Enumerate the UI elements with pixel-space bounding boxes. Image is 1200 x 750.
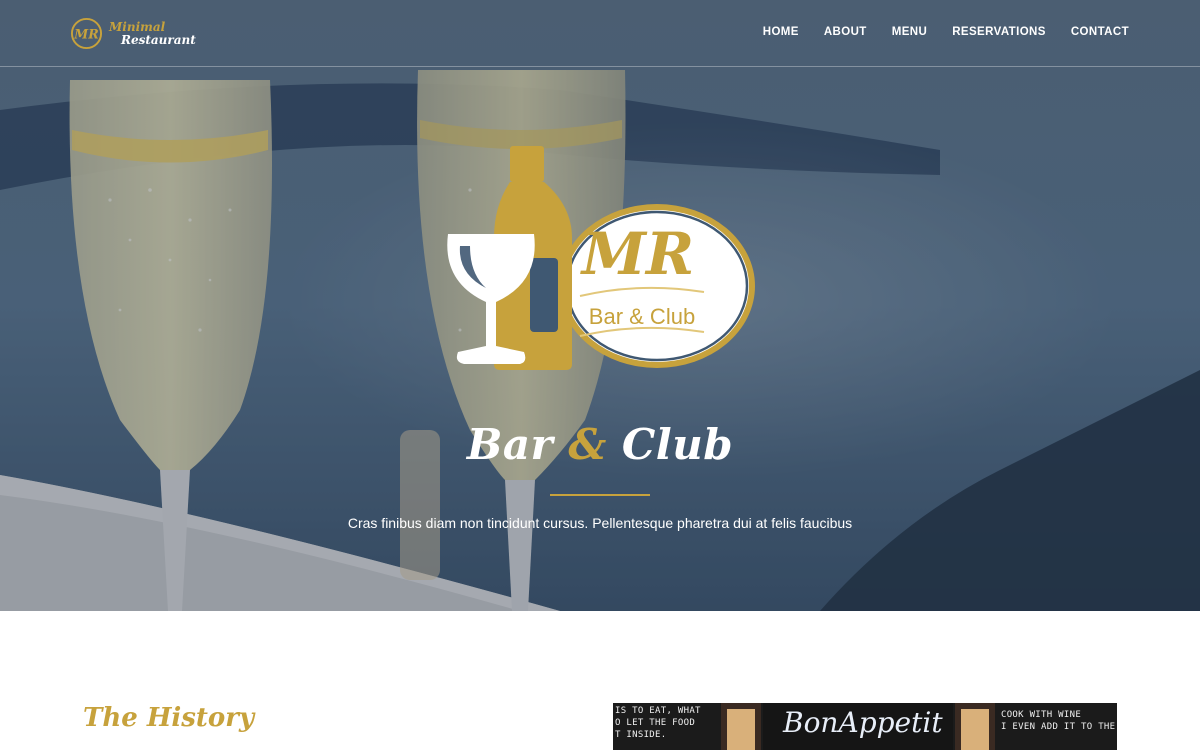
nav-reservations-link[interactable]: RESERVATIONS bbox=[952, 26, 1046, 38]
hero-title: Bar & Club bbox=[0, 420, 1200, 469]
hero-tagline: Cras finibus diam non tincidunt cursus. … bbox=[347, 515, 853, 531]
top-navigation: MR Minimal Restaurant HOME ABOUT MENU RE… bbox=[0, 0, 1200, 67]
nav-about-link[interactable]: ABOUT bbox=[824, 26, 867, 38]
main-menu: HOME ABOUT MENU RESERVATIONS CONTACT bbox=[738, 26, 1129, 38]
brand-name: Minimal Restaurant bbox=[107, 21, 196, 46]
nav-menu-link[interactable]: MENU bbox=[892, 26, 927, 38]
brand-line2: Restaurant bbox=[121, 32, 196, 47]
mr-monogram-icon: MR bbox=[70, 17, 103, 49]
hero-divider bbox=[550, 494, 650, 496]
hero-title-bar: Bar bbox=[466, 420, 569, 469]
hero-title-ampersand: & bbox=[568, 420, 607, 469]
chalkboard-center-text: BonAppetit bbox=[783, 706, 943, 739]
history-section: The History IS TO EAT, WHAT O LET THE FO… bbox=[0, 611, 1200, 750]
hero-title-club: Club bbox=[606, 420, 734, 469]
svg-text:MR: MR bbox=[580, 220, 694, 288]
history-photo: IS TO EAT, WHAT O LET THE FOOD T INSIDE.… bbox=[613, 703, 1117, 750]
chalkboard-left-text: IS TO EAT, WHAT O LET THE FOOD T INSIDE. bbox=[615, 706, 701, 740]
bar-club-logo: MR Bar & Club bbox=[447, 146, 755, 370]
nav-home-link[interactable]: HOME bbox=[763, 26, 799, 38]
svg-text:MR: MR bbox=[73, 26, 98, 41]
brand-line1: Minimal bbox=[109, 19, 166, 34]
chalkboard-right-text: COOK WITH WINE I EVEN ADD IT TO THE bbox=[1001, 710, 1116, 732]
brand-logo[interactable]: MR Minimal Restaurant bbox=[70, 16, 196, 50]
svg-text:Bar & Club: Bar & Club bbox=[589, 304, 695, 329]
nav-contact-link[interactable]: CONTACT bbox=[1071, 26, 1129, 38]
history-title: The History bbox=[83, 703, 255, 733]
hero-section: MR Minimal Restaurant HOME ABOUT MENU RE… bbox=[0, 0, 1200, 611]
